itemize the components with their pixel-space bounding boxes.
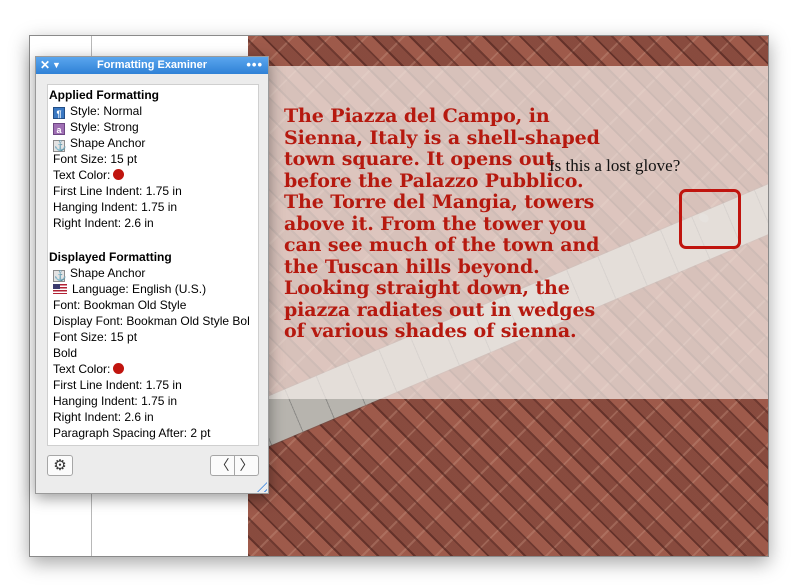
list-item: Hanging Indent: 1.75 in — [53, 394, 178, 408]
list-item: Text Color: — [49, 167, 258, 183]
formatting-list[interactable]: Applied Formatting ¶ Style: Normal a Style… — [47, 84, 259, 446]
list-item-label: Text Color: — [53, 168, 111, 182]
list-item: Font Size: 15 pt — [53, 152, 138, 166]
more-options-icon[interactable]: ••• — [246, 57, 263, 72]
list-item: Right Indent: 2.6 in — [53, 410, 154, 424]
list-item-label: Language: English (U.S.) — [72, 282, 207, 296]
panel-title: Formatting Examiner — [96, 59, 208, 71]
gear-icon[interactable]: ⚙ — [47, 455, 73, 476]
list-item-label: Shape Anchor — [70, 266, 146, 280]
list-item[interactable]: ⚓ Shape Anchor — [49, 135, 258, 152]
body-paragraph[interactable]: The Piazza del Campo, in Sienna, Italy i… — [284, 105, 614, 343]
applied-formatting-heading: Applied Formatting — [49, 88, 159, 102]
glove-caption[interactable]: Is this a lost glove? — [549, 156, 680, 176]
character-style-icon: a — [53, 123, 65, 135]
panel-footer: ⚙ 〈 〉 — [36, 450, 268, 492]
previous-button[interactable]: 〈 — [211, 456, 235, 475]
list-item[interactable]: a Style: Strong — [49, 119, 258, 135]
text-color-swatch — [113, 169, 125, 180]
list-item: Right Indent: 2.6 in — [53, 216, 154, 230]
formatting-examiner-panel: ✕ ▼ Formatting Examiner ••• Applied Form… — [35, 56, 269, 494]
list-item-label: Style: Normal — [70, 104, 143, 118]
list-item: Hanging Indent: 1.75 in — [53, 200, 178, 214]
list-item: Bold — [53, 346, 78, 360]
list-item: Paragraph Spacing After: 2 pt — [53, 426, 211, 440]
list-item: First Line Indent: 1.75 in — [53, 378, 182, 392]
list-item: Display Font: Bookman Old Style Bol — [53, 314, 250, 328]
panel-title-bar[interactable]: ✕ ▼ Formatting Examiner ••• — [36, 57, 268, 74]
next-button[interactable]: 〉 — [235, 456, 258, 475]
annotation-box[interactable] — [679, 189, 741, 249]
displayed-formatting-heading: Displayed Formatting — [49, 250, 172, 264]
list-item[interactable]: ⚓ Shape Anchor — [49, 265, 258, 282]
list-item: First Line Indent: 1.75 in — [53, 184, 182, 198]
navigation-buttons: 〈 〉 — [210, 455, 259, 476]
text-color-swatch — [113, 363, 125, 374]
list-item-label: Shape Anchor — [70, 136, 146, 150]
list-item-label: Style: Strong — [70, 120, 139, 134]
list-item[interactable]: ¶ Style: Normal — [49, 103, 258, 119]
list-item: Text Color: — [49, 361, 258, 377]
us-flag-icon — [53, 284, 67, 294]
list-item: Font Size: 15 pt — [53, 330, 138, 344]
list-item-label: Text Color: — [53, 362, 111, 376]
list-item[interactable]: Language: English (U.S.) — [49, 281, 258, 297]
list-item: Font: Bookman Old Style — [53, 298, 187, 312]
paragraph-style-icon: ¶ — [53, 107, 65, 119]
